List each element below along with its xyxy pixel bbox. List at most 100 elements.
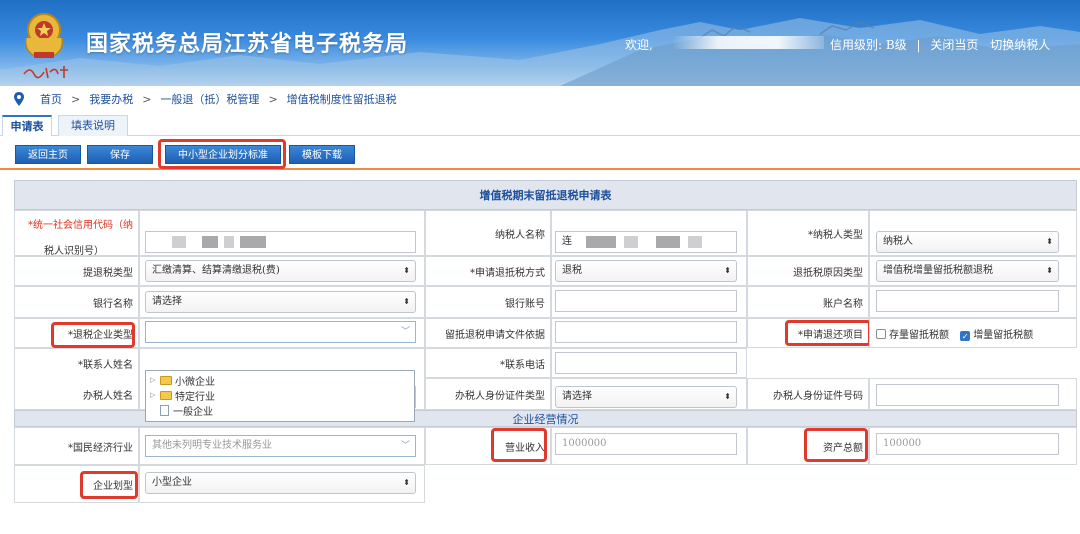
taxpayer-type-value: 纳税人 (883, 236, 913, 247)
contact-name-label: *联系人姓名 (78, 359, 133, 371)
refund-type-select[interactable]: 汇缴清算、结算清缴退税(费) ⬍ (145, 260, 416, 282)
document-icon (160, 404, 169, 416)
location-pin-icon (14, 92, 24, 106)
redacted (688, 236, 702, 248)
enterprise-type-combo[interactable]: ﹀ (145, 321, 416, 343)
back-home-button[interactable]: 返回主页 (15, 145, 81, 164)
folder-icon (160, 375, 172, 385)
taxpayer-name-input[interactable]: 连 (555, 231, 737, 253)
taxpayer-name-prefix: 连 (562, 236, 572, 247)
doc-basis-input[interactable] (555, 321, 737, 343)
select-arrows-icon: ⬍ (724, 392, 731, 401)
handler-id-no-input[interactable] (876, 384, 1059, 406)
enterprise-type-label-text: *退税企业类型 (68, 329, 133, 341)
redacted (224, 236, 234, 248)
credit-code-label-text-1: *统一社会信用代码（纳 (28, 219, 133, 231)
emblem-signature (23, 66, 68, 79)
enterprise-type-label: *退税企业类型 (14, 318, 139, 348)
bank-name-label: 银行名称 (93, 298, 133, 310)
enterprise-type-tree: ▷ 小微企业 ▷ 特定行业 一般企业 (145, 370, 415, 422)
revenue-input[interactable]: 1000000 (555, 433, 737, 455)
handler-id-type-label: 办税人身份证件类型 (455, 390, 545, 402)
handler-id-type-select[interactable]: 请选择 ⬍ (555, 386, 737, 408)
tree-node-general[interactable]: 一般企业 (150, 403, 213, 418)
size-label: 企业划型 (93, 480, 133, 492)
refund-method-value: 退税 (562, 265, 582, 276)
taxpayer-type-select[interactable]: 纳税人 ⬍ (876, 231, 1059, 253)
account-name-label: 账户名称 (823, 298, 863, 310)
breadcrumb-tax-service[interactable]: 我要办税 (89, 91, 133, 107)
taxpayer-type-label-text: *纳税人类型 (808, 229, 863, 241)
refund-reason-value: 增值税增量留抵税额退税 (883, 265, 993, 276)
stock-credit-label: 存量留抵税额 (889, 330, 949, 341)
refund-type-label: 提退税类型 (83, 267, 133, 279)
breadcrumb-current: 增值税制度性留抵退税 (286, 93, 397, 106)
doc-basis-label: 留抵退税申请文件依据 (445, 329, 545, 341)
refund-reason-select[interactable]: 增值税增量留抵税额退税 ⬍ (876, 260, 1059, 282)
credit-code-label-text-2: 税人识别号） (44, 245, 104, 257)
redacted (624, 236, 638, 248)
select-arrows-icon: ⬍ (403, 478, 410, 487)
handler-name-label: 办税人姓名 (83, 390, 133, 402)
tab-bar: 申请表 填表说明 (0, 112, 1080, 136)
handler-id-no-label: 办税人身份证件号码 (773, 390, 863, 402)
credit-level: 信用级别: B级 (830, 38, 907, 52)
breadcrumb-refund-management[interactable]: 一般退（抵）税管理 (160, 91, 259, 107)
industry-combo[interactable]: 其他未列明专业技术服务业 ﹀ (145, 435, 416, 457)
bank-account-input[interactable] (555, 290, 737, 312)
redacted (202, 236, 218, 248)
refund-reason-label: 退抵税原因类型 (793, 267, 863, 279)
chevron-down-icon: ﹀ (400, 327, 410, 337)
bank-name-select[interactable]: 请选择 ⬍ (145, 291, 416, 313)
redacted (172, 236, 186, 248)
redacted (240, 236, 266, 248)
industry-label: *国民经济行业 (68, 442, 133, 454)
taxpayer-type-label: *纳税人类型 (747, 210, 869, 256)
taxpayer-name-label: 纳税人名称 (495, 229, 545, 241)
tree-node-specific-industry[interactable]: ▷ 特定行业 (150, 388, 215, 403)
select-arrows-icon: ⬍ (1046, 266, 1053, 275)
increment-credit-label: 增量留抵税额 (973, 330, 1034, 341)
refund-method-select[interactable]: 退税 ⬍ (555, 260, 737, 282)
tree-label: 一般企业 (173, 406, 213, 418)
breadcrumb-home[interactable]: 首页 (40, 91, 62, 107)
account-name-input[interactable] (876, 290, 1059, 312)
tree-node-small-micro[interactable]: ▷ 小微企业 (150, 373, 215, 388)
toolbar: 返回主页 保存 中小型企业划分标准 模板下载 (0, 138, 1080, 170)
handler-id-type-value: 请选择 (562, 391, 592, 402)
redacted-username (672, 36, 824, 49)
site-header: 国家税务总局江苏省电子税务局 欢迎, 信用级别: B级 | 关闭当页 切换纳税人 (0, 0, 1080, 86)
refund-method-label: *申请退抵税方式 (470, 267, 545, 279)
refund-type-value: 汇缴清算、结算清缴退税(费) (152, 265, 280, 276)
bank-account-label: 银行账号 (505, 298, 545, 310)
apply-item-options: 存量留抵税额 ✓ 增量留抵税额 (876, 326, 1033, 341)
credit-code-label-1: *统一社会信用代码（纳 (14, 214, 139, 232)
size-select[interactable]: 小型企业 ⬍ (145, 472, 416, 494)
close-page-link[interactable]: 关闭当页 (930, 38, 978, 52)
breadcrumb: 首页 > 我要办税 > 一般退（抵）税管理 > 增值税制度性留抵退税 (0, 86, 1080, 112)
chevron-down-icon: ﹀ (400, 441, 410, 451)
tree-label: 特定行业 (175, 391, 215, 403)
tab-filling-instructions[interactable]: 填表说明 (58, 115, 128, 136)
separator: | (916, 38, 921, 52)
save-button[interactable]: 保存 (87, 145, 153, 164)
assets-label: 资产总额 (823, 442, 863, 454)
redacted (656, 236, 680, 248)
credit-code-input[interactable] (145, 231, 416, 253)
bank-name-value: 请选择 (152, 296, 182, 307)
size-value: 小型企业 (152, 477, 192, 488)
tax-emblem-icon (24, 13, 64, 58)
breadcrumb-separator: > (71, 92, 81, 106)
select-arrows-icon: ⬍ (403, 266, 410, 275)
stock-credit-checkbox[interactable] (876, 329, 886, 339)
switch-taxpayer-link[interactable]: 切换纳税人 (990, 38, 1050, 52)
revenue-label: 营业收入 (505, 442, 545, 454)
contact-phone-input[interactable] (555, 352, 737, 374)
assets-input[interactable]: 100000 (876, 433, 1059, 455)
sme-standard-button[interactable]: 中小型企业划分标准 (165, 145, 281, 164)
tree-label: 小微企业 (175, 376, 215, 388)
expand-triangle-icon: ▷ (150, 376, 156, 384)
tab-application-form[interactable]: 申请表 (2, 115, 52, 136)
increment-credit-checkbox[interactable]: ✓ (960, 331, 971, 341)
template-download-button[interactable]: 模板下载 (289, 145, 355, 164)
